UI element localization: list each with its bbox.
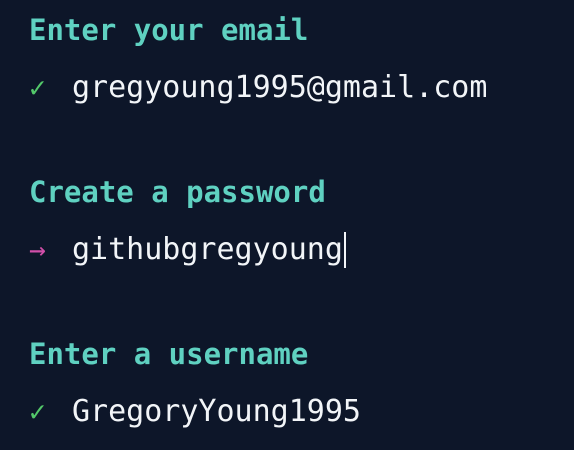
username-prompt-label: Enter a username [29, 337, 309, 371]
username-value: GregoryYoung1995 [72, 394, 361, 429]
email-prompt: Enter your email ✓ gregyoung1995@gmail.c… [29, 12, 487, 106]
password-answer-row[interactable]: → githubgregyoung [29, 232, 346, 268]
check-icon: ✓ [29, 71, 46, 104]
arrow-right-icon: → [29, 233, 46, 266]
email-prompt-label: Enter your email [29, 13, 309, 47]
username-answer-row: ✓ GregoryYoung1995 [29, 394, 361, 430]
password-prompt-label: Create a password [29, 175, 326, 209]
password-input[interactable]: githubgregyoung [72, 232, 343, 268]
username-prompt: Enter a username ✓ GregoryYoung1995 [29, 336, 361, 430]
email-value: gregyoung1995@gmail.com [72, 70, 488, 105]
text-cursor [343, 232, 346, 268]
check-icon: ✓ [29, 395, 46, 428]
email-answer-row: ✓ gregyoung1995@gmail.com [29, 70, 487, 106]
password-prompt: Create a password → githubgregyoung [29, 174, 346, 268]
